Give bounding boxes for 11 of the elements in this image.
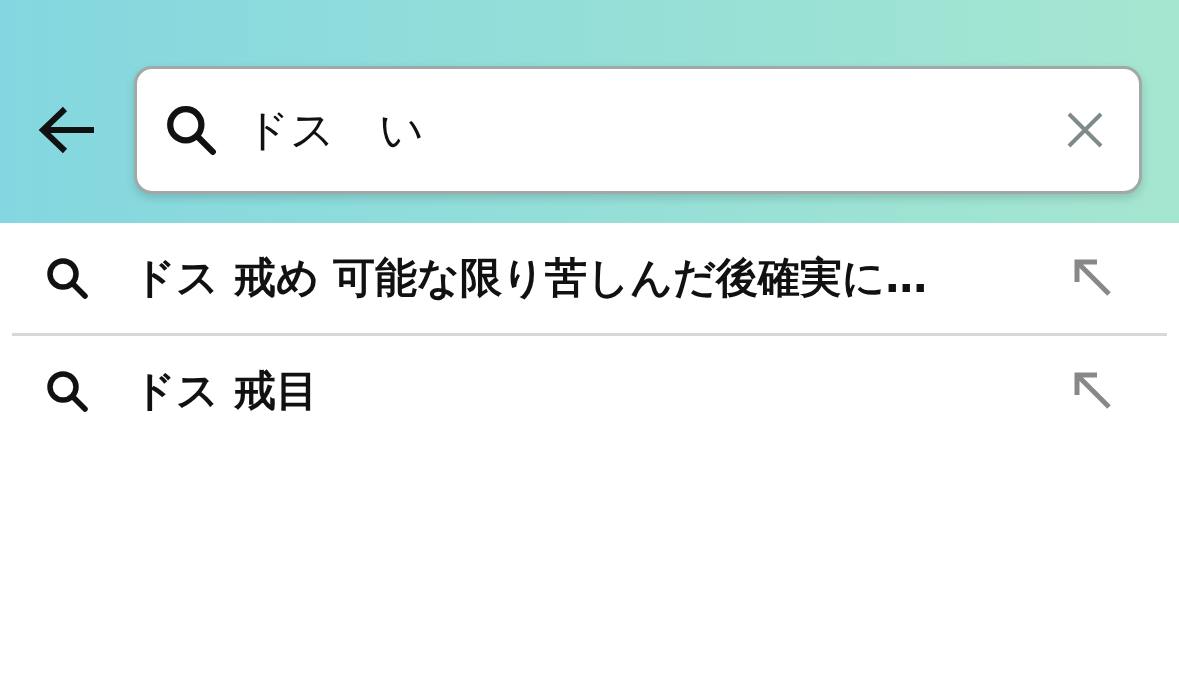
arrow-up-left-icon[interactable] [1073,258,1113,298]
back-arrow-icon[interactable] [38,105,96,155]
search-icon [165,104,217,156]
suggestion-item[interactable]: ドス 戒め 可能な限り苦しんだ後確実に… [133,250,1073,306]
search-text: ドス い [245,102,425,157]
close-icon[interactable] [1067,112,1103,148]
search-icon [45,369,89,413]
suggestion-item[interactable]: ドス 戒目 [133,363,1073,419]
arrow-up-left-icon[interactable] [1073,371,1113,411]
search-icon [45,256,89,300]
search-field[interactable]: ドス い [134,66,1142,194]
